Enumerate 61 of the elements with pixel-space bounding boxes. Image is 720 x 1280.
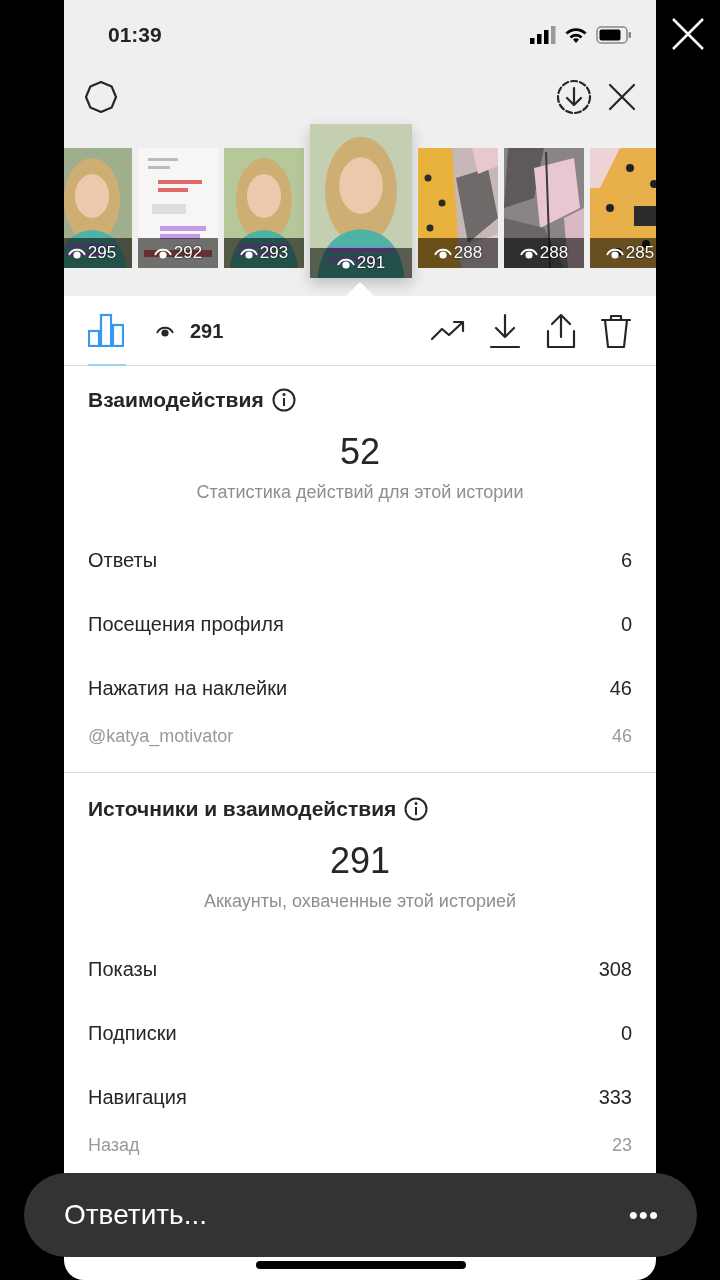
more-button[interactable]: ••• — [628, 1195, 697, 1235]
download-icon[interactable] — [556, 79, 592, 115]
sub-metric-label: @katya_motivator — [88, 724, 234, 749]
selection-pointer — [346, 282, 374, 296]
story-thumbnail[interactable]: 285 — [590, 148, 656, 268]
trend-icon[interactable] — [430, 318, 466, 343]
story-thumbnail[interactable]: 293 — [224, 148, 304, 268]
story-thumbnail[interactable]: 291 — [310, 124, 412, 278]
metric-value: 0 — [620, 612, 632, 638]
reply-field[interactable]: Ответить... ••• — [24, 1173, 697, 1257]
eye-icon — [239, 246, 258, 260]
caption: Статистика действий для этой истории — [195, 481, 525, 505]
metric-label: Показы — [88, 957, 158, 983]
view-count: 288 — [539, 242, 569, 265]
story-thumbnail[interactable]: 288 — [504, 148, 584, 268]
story-thumbnail[interactable]: 288 — [418, 148, 498, 268]
eye-icon — [153, 246, 172, 260]
metric-value: 0 — [620, 1021, 632, 1047]
caption: Аккаунты, охваченные этой историей — [202, 890, 518, 914]
metric-value: 333 — [598, 1085, 632, 1111]
total-count: 52 — [338, 431, 381, 472]
view-count: 285 — [625, 242, 655, 265]
sub-metric-value: 46 — [611, 724, 632, 748]
view-count: 293 — [259, 242, 289, 265]
eye-icon — [519, 246, 538, 260]
download-icon[interactable] — [488, 312, 522, 349]
story-thumbnail[interactable]: 295 — [64, 148, 132, 268]
status-time: 01:39 — [108, 22, 162, 49]
metric-label: Навигация — [88, 1085, 187, 1111]
total-count: 291 — [328, 840, 392, 881]
view-count: 292 — [173, 242, 203, 265]
view-count: 288 — [453, 242, 483, 265]
info-icon[interactable] — [404, 796, 429, 821]
metric-value: 46 — [609, 676, 632, 702]
metric-label: Ответы — [88, 548, 158, 574]
eye-icon — [67, 246, 86, 260]
eye-icon — [433, 246, 452, 260]
viewers-tab[interactable]: 291 — [150, 314, 230, 347]
close-icon[interactable] — [608, 83, 636, 111]
info-icon[interactable] — [271, 387, 296, 412]
metric-value: 6 — [620, 548, 632, 574]
metric-label: Посещения профиля — [88, 612, 284, 638]
metric-value: 308 — [598, 957, 632, 983]
sub-metric-value: 23 — [611, 1133, 632, 1157]
sub-metric-label: Назад — [88, 1133, 140, 1157]
battery-icon — [596, 26, 632, 44]
trash-icon[interactable] — [600, 312, 632, 349]
bar-chart-icon — [88, 312, 124, 347]
eye-icon — [336, 256, 355, 270]
share-icon[interactable] — [544, 312, 578, 349]
view-count: 291 — [356, 252, 386, 275]
story-thumbnail[interactable]: 292 — [138, 148, 218, 268]
metric-label: Подписки — [88, 1021, 177, 1047]
signal-icon — [530, 26, 556, 44]
eye-icon — [605, 246, 624, 260]
section-title: Источники и взаимодействия — [88, 796, 397, 823]
metric-label: Нажатия на наклейки — [88, 676, 288, 702]
view-count: 295 — [87, 242, 117, 265]
settings-icon[interactable] — [84, 80, 118, 114]
wifi-icon — [564, 26, 588, 44]
section-title: Взаимодействия — [88, 387, 264, 413]
